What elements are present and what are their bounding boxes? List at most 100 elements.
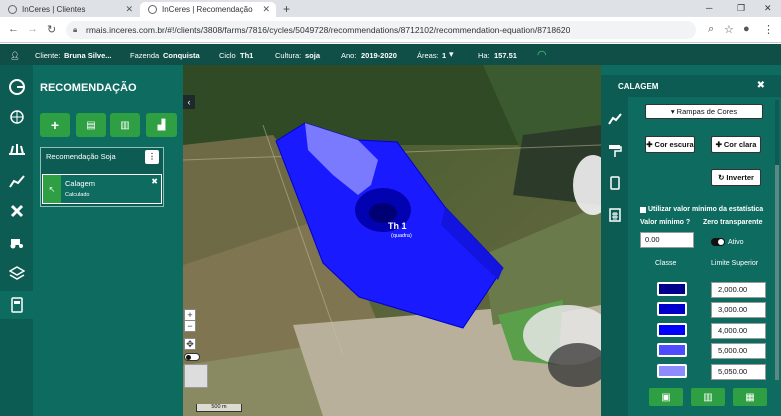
invert-button[interactable]: ↻ Inverter <box>711 169 761 186</box>
limit-input-1[interactable]: 2,000.00 <box>711 282 766 298</box>
zero-transparent-switch[interactable] <box>711 238 725 246</box>
zoom-out-button[interactable]: − <box>184 320 196 332</box>
forward-icon[interactable]: → <box>27 23 38 35</box>
limit-input-4[interactable]: 5,000.00 <box>711 343 766 359</box>
save-map-button[interactable]: ▣ <box>649 388 683 406</box>
ciclo-label: Ciclo <box>219 51 236 60</box>
chart-tab-icon[interactable] <box>601 105 628 133</box>
library-save-button[interactable]: ▥ <box>691 388 725 406</box>
chevron-down-icon[interactable]: ▾ <box>449 49 454 60</box>
zero-transparent-label: Zero transparente <box>703 219 763 226</box>
close-tab-icon[interactable]: ✕ <box>262 4 270 15</box>
context-bar: 👤︎ Cliente: Bruna Silve... Fazenda Conqu… <box>0 44 781 65</box>
books-icon: ▥ <box>120 119 130 131</box>
class-swatch-5[interactable] <box>657 364 687 378</box>
mobile-icon[interactable] <box>601 169 628 197</box>
plus-icon: + <box>50 117 60 133</box>
fullscreen-button[interactable]: ✥ <box>184 338 196 350</box>
scale-bar: 500 m <box>196 404 242 412</box>
collapse-panel-button[interactable]: ‹ <box>183 95 195 109</box>
class-swatch-3[interactable] <box>657 323 687 337</box>
layers-icon[interactable] <box>0 259 33 287</box>
class-header: Classe <box>655 260 677 267</box>
limit-input-3[interactable]: 4,000.00 <box>711 323 766 339</box>
url-input[interactable]: 🔒︎ rmais.inceres.com.br/#!/clients/3808/… <box>66 21 696 39</box>
browser-tab-bar: InCeres | Clientes ✕ InCeres | Recomenda… <box>0 0 781 17</box>
areas-label: Áreas: <box>417 51 439 60</box>
plus-icon: ✚ <box>646 140 653 149</box>
fazenda-value[interactable]: Conquista <box>163 51 200 60</box>
close-window-icon[interactable]: ✕ <box>764 3 772 14</box>
close-icon[interactable]: ✖ <box>757 80 765 91</box>
maximize-icon[interactable]: ❐ <box>737 3 745 14</box>
field-sublabel: (quadra) <box>391 233 412 239</box>
books-icon: ▥ <box>703 391 713 403</box>
switch-knob <box>718 239 724 245</box>
panel-title: CALAGEM <box>618 82 659 91</box>
basemap-thumbnail[interactable] <box>184 364 208 388</box>
use-min-checkbox[interactable] <box>640 207 646 213</box>
ciclo-value[interactable]: Th1 <box>240 51 253 60</box>
account-icon[interactable]: ● <box>743 23 750 35</box>
scrollbar-thumb[interactable] <box>775 165 779 380</box>
reload-icon[interactable]: ↻ <box>47 23 56 36</box>
add-button[interactable]: + <box>40 113 70 137</box>
menu-icon[interactable]: ⋮ <box>763 23 774 36</box>
cultura-value[interactable]: soja <box>305 51 320 60</box>
machine-button[interactable]: ▟ <box>146 113 177 137</box>
class-swatch-1[interactable] <box>657 282 687 296</box>
limit-input-2[interactable]: 3,000.00 <box>711 302 766 318</box>
user-icon[interactable]: 👤︎ <box>10 51 20 60</box>
chart-icon[interactable] <box>0 167 33 195</box>
ha-label: Ha: <box>478 51 490 60</box>
logo-icon[interactable] <box>0 73 33 101</box>
limit-input-5[interactable]: 5,050.00 <box>711 364 766 380</box>
cliente-label: Cliente: <box>35 51 61 60</box>
search-icon[interactable]: ⌕ <box>708 23 714 36</box>
ano-value[interactable]: 2019-2020 <box>361 51 397 60</box>
chevron-down-icon: ▾ <box>670 107 675 116</box>
report-button[interactable]: ▤ <box>76 113 106 137</box>
library-button[interactable]: ▥ <box>110 113 140 137</box>
close-tab-icon[interactable]: ✕ <box>125 4 133 15</box>
help-icon[interactable]: ? <box>686 219 690 226</box>
wifi-icon: ◠ <box>537 49 547 61</box>
new-tab-icon[interactable]: + <box>283 2 290 16</box>
class-swatch-2[interactable] <box>657 302 687 316</box>
favicon-icon <box>8 5 17 14</box>
tab-clientes[interactable]: InCeres | Clientes ✕ <box>0 2 139 17</box>
field-icon[interactable] <box>0 135 33 163</box>
light-label: Cor clara <box>723 140 757 149</box>
star-icon[interactable]: ☆ <box>724 23 734 36</box>
back-icon[interactable]: ← <box>8 23 19 35</box>
url-text: rmais.inceres.com.br/#!/clients/3808/far… <box>86 25 571 35</box>
class-swatch-4[interactable] <box>657 343 687 357</box>
light-color-button[interactable]: ✚ Cor clara <box>711 136 761 153</box>
group-title: Recomendação Soja <box>46 152 116 161</box>
tractor-icon[interactable] <box>0 228 33 256</box>
calagem-item[interactable]: ↖ Calagem Calculado ✖ <box>42 174 162 204</box>
dark-color-button[interactable]: ✚ Cor escura <box>645 136 695 153</box>
close-icon[interactable]: ✖ <box>151 177 158 186</box>
recommendation-icon[interactable] <box>0 291 33 319</box>
color-ramps-button[interactable]: ▾ Rampas de Cores <box>645 104 763 119</box>
truck-icon: ▟ <box>157 119 166 131</box>
group-menu-button[interactable]: ⋮ <box>145 150 159 164</box>
edit-icon[interactable]: ↖ <box>43 175 61 203</box>
item-status: Calculado <box>65 192 90 198</box>
tools-icon[interactable] <box>0 197 33 225</box>
map-view[interactable]: Th 1 (quadra) <box>183 65 601 416</box>
lock-icon: 🔒︎ <box>73 25 78 34</box>
tab-recomendacao[interactable]: InCeres | Recomendação ✕ <box>140 2 276 17</box>
paint-roller-icon[interactable] <box>601 137 628 165</box>
fazenda-label: Fazenda <box>130 51 160 60</box>
layer-toggle[interactable] <box>184 353 200 361</box>
floppy-icon: ▦ <box>745 391 755 403</box>
globe-icon[interactable] <box>0 103 33 131</box>
min-value-input[interactable]: 0.00 <box>640 232 694 248</box>
save-button[interactable]: ▦ <box>733 388 767 406</box>
areas-value[interactable]: 1 <box>442 51 446 60</box>
cliente-value[interactable]: Bruna Silve... <box>64 51 112 60</box>
minimize-icon[interactable]: ─ <box>706 3 712 13</box>
calculator-icon[interactable] <box>601 201 628 229</box>
